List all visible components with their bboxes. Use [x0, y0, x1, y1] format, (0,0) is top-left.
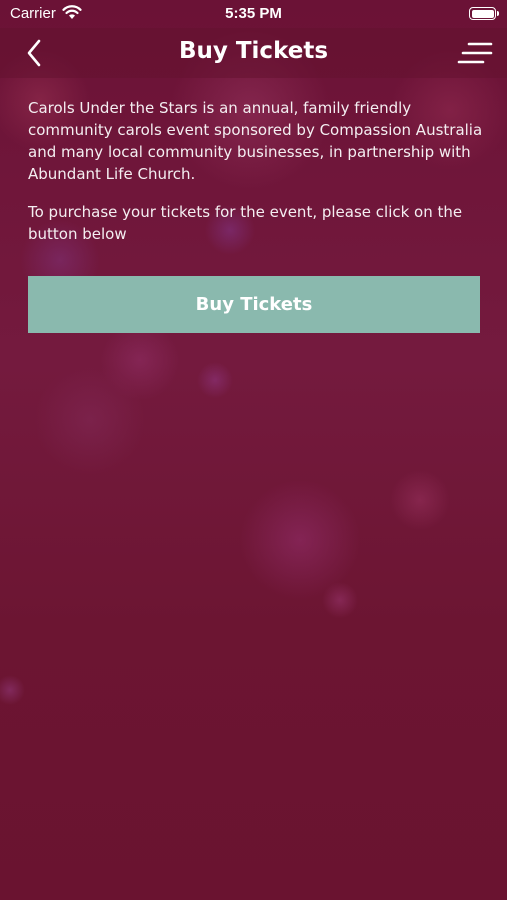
status-bar: Carrier 5:35 PM [0, 0, 507, 28]
status-time: 5:35 PM [225, 5, 282, 22]
description-paragraph: Carols Under the Stars is an annual, fam… [28, 99, 483, 183]
buy-tickets-button[interactable]: Buy Tickets [28, 276, 480, 333]
instruction-paragraph: To purchase your tickets for the event, … [28, 203, 463, 243]
menu-icon[interactable] [457, 40, 493, 66]
event-description: Carols Under the Stars is an annual, fam… [28, 97, 484, 245]
page-title: Buy Tickets [178, 38, 329, 64]
battery-icon [469, 7, 499, 20]
navigation-bar: Buy Tickets [0, 28, 507, 78]
